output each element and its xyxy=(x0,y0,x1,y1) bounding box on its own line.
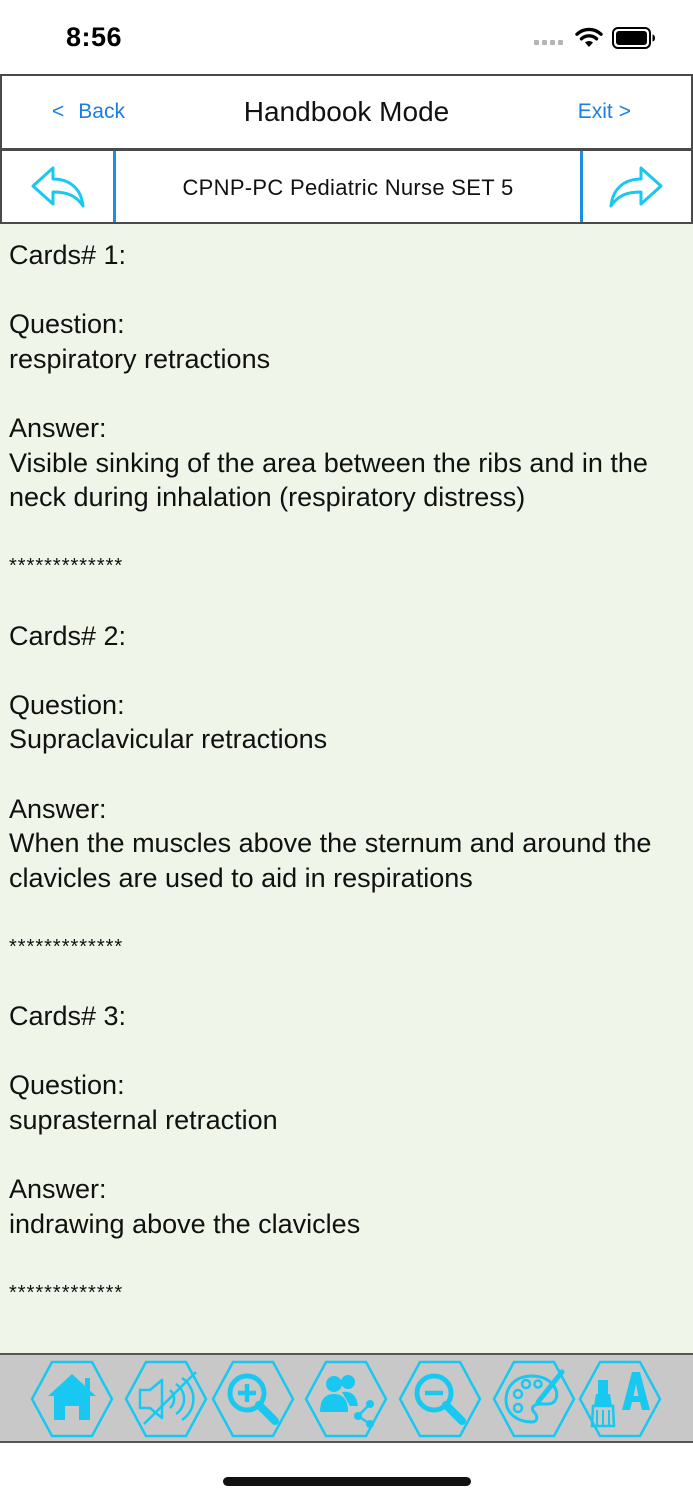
palette-icon xyxy=(492,1360,576,1438)
question-text: suprasternal retraction xyxy=(9,1104,278,1135)
next-set-button[interactable] xyxy=(581,151,691,222)
set-title: CPNP-PC Pediatric Nurse SET 5 xyxy=(182,175,514,200)
font-style-button[interactable] xyxy=(578,1358,662,1440)
zoom-out-button[interactable] xyxy=(398,1358,482,1440)
share-button[interactable] xyxy=(304,1358,388,1440)
font-style-icon xyxy=(578,1360,662,1438)
answer-text: When the muscles above the sternum and a… xyxy=(9,828,652,893)
sound-toggle-button[interactable] xyxy=(124,1358,208,1440)
cellular-signal-icon xyxy=(534,40,563,45)
battery-icon xyxy=(612,27,655,49)
exit-label: Exit xyxy=(577,100,613,123)
card-item: Cards# 2: Question: Supraclavicular retr… xyxy=(9,619,684,1000)
arrow-back-icon xyxy=(31,166,85,207)
answer-text: Visible sinking of the area between the … xyxy=(9,447,648,513)
card-separator: ************* xyxy=(9,1281,124,1304)
zoom-in-icon xyxy=(211,1360,295,1438)
share-icon xyxy=(304,1360,388,1438)
card-heading: Cards# 1: xyxy=(9,240,127,270)
handbook-content[interactable]: Cards# 1: Question: respiratory retracti… xyxy=(0,224,693,1354)
answer-label: Answer: xyxy=(9,793,107,824)
header-bar: < Back Handbook Mode Exit > xyxy=(0,74,693,150)
exit-button[interactable]: Exit > xyxy=(578,100,631,124)
previous-set-button[interactable] xyxy=(2,151,114,222)
answer-text: indrawing above the clavicles xyxy=(9,1208,361,1239)
home-button[interactable] xyxy=(30,1358,114,1440)
question-label: Question: xyxy=(9,309,125,340)
zoom-in-button[interactable] xyxy=(211,1358,295,1440)
question-text: Supraclavicular retractions xyxy=(9,724,328,755)
wifi-icon xyxy=(575,27,603,47)
card-list: Cards# 1: Question: respiratory retracti… xyxy=(0,224,693,1310)
question-label: Question: xyxy=(9,1070,125,1101)
status-bar: 8:56 xyxy=(0,0,693,74)
answer-label: Answer: xyxy=(9,1174,107,1205)
card-item: Cards# 3: Question: suprasternal retract… xyxy=(9,999,684,1310)
card-heading: Cards# 2: xyxy=(9,620,127,651)
question-label: Question: xyxy=(9,689,125,720)
status-time: 8:56 xyxy=(66,22,123,52)
home-indicator[interactable] xyxy=(223,1477,471,1486)
zoom-out-icon xyxy=(398,1360,482,1438)
sound-off-icon xyxy=(124,1360,208,1438)
bottom-toolbar xyxy=(0,1353,693,1443)
card-heading: Cards# 3: xyxy=(9,1001,127,1032)
question-text: respiratory retractions xyxy=(9,343,271,374)
card-separator: ************* xyxy=(9,935,124,958)
arrow-forward-icon xyxy=(609,166,663,207)
theme-button[interactable] xyxy=(492,1358,576,1440)
answer-label: Answer: xyxy=(9,412,107,443)
set-navigation-bar: CPNP-PC Pediatric Nurse SET 5 xyxy=(0,149,693,224)
card-separator: ************* xyxy=(9,555,124,578)
card-item: Cards# 1: Question: respiratory retracti… xyxy=(9,238,684,619)
home-icon xyxy=(30,1360,114,1438)
chevron-right-icon: > xyxy=(618,100,631,123)
